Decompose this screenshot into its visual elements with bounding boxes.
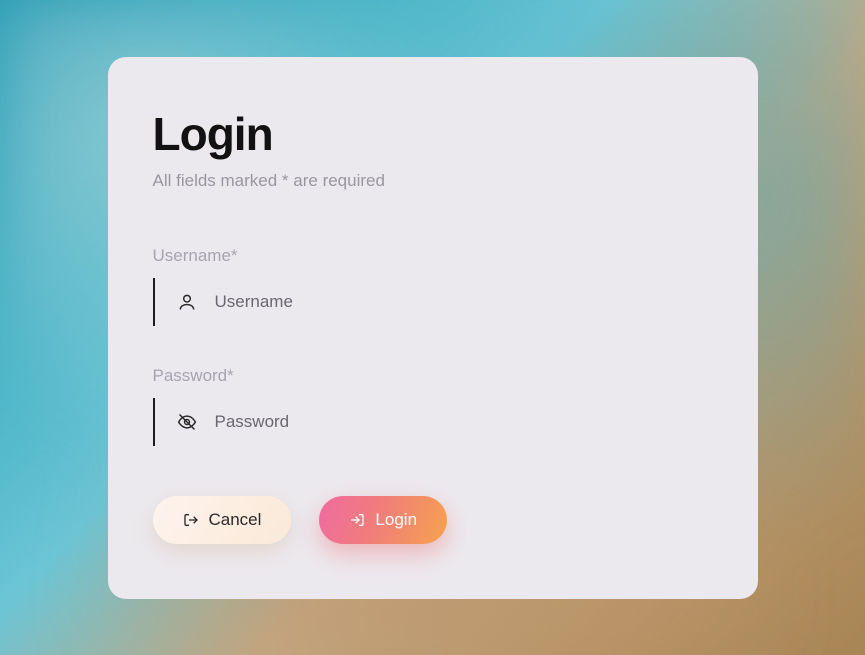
password-input-wrapper xyxy=(153,398,713,446)
logout-icon xyxy=(183,512,199,528)
page-title: Login xyxy=(153,107,713,161)
cancel-button-label: Cancel xyxy=(209,510,262,530)
login-button-label: Login xyxy=(375,510,417,530)
cancel-button[interactable]: Cancel xyxy=(153,496,292,544)
password-field-group: Password* xyxy=(153,366,713,446)
username-field-group: Username* xyxy=(153,246,713,326)
page-subtitle: All fields marked * are required xyxy=(153,171,713,191)
username-label: Username* xyxy=(153,246,713,266)
user-icon xyxy=(177,292,197,312)
eye-off-icon[interactable] xyxy=(177,412,197,432)
button-row: Cancel Login xyxy=(153,496,713,544)
password-label: Password* xyxy=(153,366,713,386)
username-input-wrapper xyxy=(153,278,713,326)
login-button[interactable]: Login xyxy=(319,496,447,544)
username-input[interactable] xyxy=(215,292,713,312)
password-input[interactable] xyxy=(215,412,713,432)
login-card: Login All fields marked * are required U… xyxy=(108,57,758,599)
login-icon xyxy=(349,512,365,528)
